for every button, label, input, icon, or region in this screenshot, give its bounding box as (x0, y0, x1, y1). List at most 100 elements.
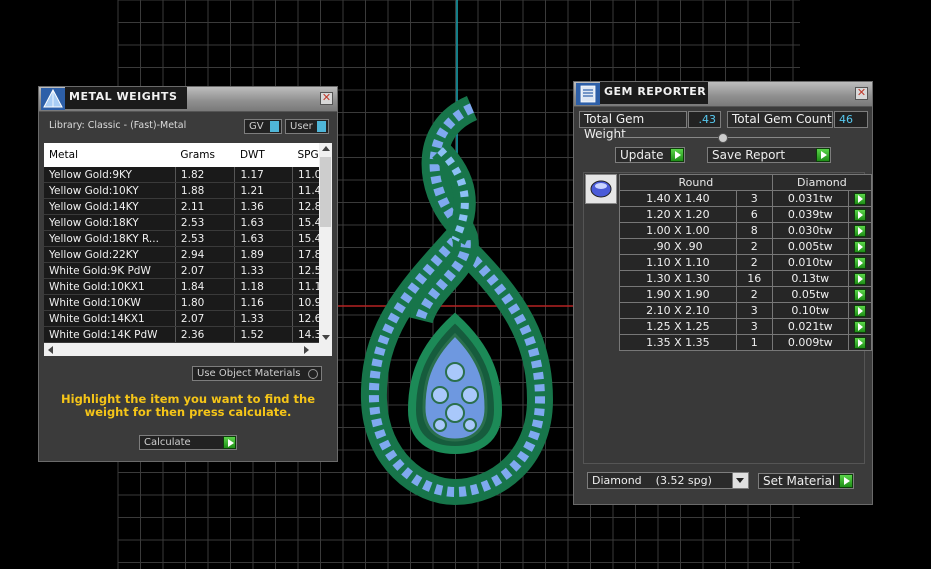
table-row[interactable]: 1.00 X 1.00 8 0.030tw (619, 222, 873, 239)
size-cell: 1.25 X 1.25 (619, 318, 737, 335)
chevron-down-icon[interactable] (322, 335, 330, 340)
metal-name-cell: Yellow Gold:10KY (44, 182, 176, 199)
material-select[interactable]: Diamond (3.52 spg) (587, 472, 749, 489)
row-action-cell (847, 318, 873, 335)
row-action-cell (847, 270, 873, 287)
size-cell: 1.35 X 1.35 (619, 334, 737, 351)
save-report-button[interactable]: Save Report (707, 147, 831, 163)
play-arrow-icon[interactable] (853, 305, 866, 317)
play-arrow-icon[interactable] (853, 193, 866, 205)
table-row[interactable]: 2.10 X 2.10 3 0.10tw (619, 302, 873, 319)
metal-table-hscrollbar[interactable] (44, 343, 332, 356)
update-button[interactable]: Update (615, 147, 685, 163)
divider-slider[interactable] (618, 133, 830, 143)
dwt-cell: 1.33 (234, 310, 293, 327)
gem-report-table[interactable]: Round Diamond 1.40 X 1.40 3 0.031tw 1.20 X … (619, 174, 873, 351)
row-action-cell (847, 206, 873, 223)
metal-name-cell: White Gold:10KX1 (44, 278, 176, 295)
grams-cell: 2.36 (175, 326, 236, 343)
report-icon (576, 83, 600, 105)
size-cell: 1.40 X 1.40 (619, 190, 737, 207)
dwt-cell: 1.16 (234, 294, 293, 311)
dwt-cell: 1.17 (234, 167, 293, 183)
row-action-cell (847, 190, 873, 207)
use-object-materials-toggle[interactable]: Use Object Materials (192, 366, 322, 381)
table-row[interactable]: Yellow Gold:14KY 2.11 1.36 12.88 (44, 198, 331, 215)
weight-cell: 0.030tw (771, 222, 849, 239)
table-row[interactable]: 1.20 X 1.20 6 0.039tw (619, 206, 873, 223)
chevron-down-icon[interactable] (732, 473, 748, 488)
table-row[interactable]: White Gold:10KW 1.80 1.16 10.99 (44, 294, 331, 311)
close-icon[interactable]: ✕ (320, 92, 333, 105)
metal-name-cell: Yellow Gold:14KY (44, 198, 176, 215)
play-arrow-icon[interactable] (853, 257, 866, 269)
play-arrow-icon[interactable] (853, 225, 866, 237)
column-header-metal[interactable]: Metal (44, 143, 176, 167)
table-row[interactable]: Yellow Gold:18KY 2.53 1.63 15.41 (44, 214, 331, 231)
update-label: Update (620, 148, 664, 162)
gv-toggle-label: GV (249, 121, 264, 132)
chevron-up-icon[interactable] (322, 146, 330, 151)
count-cell: 2 (735, 286, 773, 303)
close-icon[interactable]: ✕ (855, 87, 868, 100)
table-row[interactable]: 1.35 X 1.35 1 0.009tw (619, 334, 873, 351)
size-cell: 1.20 X 1.20 (619, 206, 737, 223)
play-arrow-icon[interactable] (670, 148, 684, 162)
table-row[interactable]: Yellow Gold:22KY 2.94 1.89 17.89 (44, 246, 331, 263)
column-header-round[interactable]: Round (619, 174, 773, 191)
play-arrow-icon[interactable] (853, 289, 866, 301)
gv-toggle[interactable]: GV (244, 119, 282, 134)
metal-weights-table[interactable]: Metal Grams DWT SPG Yellow Gold:9KY 1.82 1… (44, 143, 331, 343)
play-arrow-icon[interactable] (853, 209, 866, 221)
chevron-left-icon[interactable] (48, 346, 53, 354)
table-row[interactable]: White Gold:9K PdW 2.07 1.33 12.59 (44, 262, 331, 279)
table-row[interactable]: 1.90 X 1.90 2 0.05tw (619, 286, 873, 303)
row-action-cell (847, 286, 873, 303)
metal-table-vscrollbar[interactable] (319, 143, 332, 343)
play-arrow-icon[interactable] (853, 273, 866, 285)
calculate-button[interactable]: Calculate (139, 435, 237, 450)
play-arrow-icon[interactable] (853, 321, 866, 333)
metal-weights-titlebar[interactable]: METAL WEIGHTS ✕ (39, 87, 337, 112)
dwt-cell: 1.63 (234, 230, 293, 247)
metal-weights-title: METAL WEIGHTS (65, 87, 187, 109)
grams-cell: 1.88 (175, 182, 236, 199)
user-toggle[interactable]: User (285, 119, 329, 134)
play-arrow-icon[interactable] (853, 337, 866, 349)
pendant-model[interactable] (360, 96, 554, 506)
grams-cell: 2.94 (175, 246, 236, 263)
table-row[interactable]: White Gold:10KX1 1.84 1.18 11.18 (44, 278, 331, 295)
column-header-grams[interactable]: Grams (175, 143, 235, 167)
gem-icon[interactable] (585, 174, 617, 204)
set-material-button[interactable]: Set Material (758, 473, 854, 489)
size-cell: 1.30 X 1.30 (619, 270, 737, 287)
table-row[interactable]: White Gold:14K PdW 2.36 1.52 14.37 (44, 326, 331, 343)
play-arrow-icon[interactable] (223, 436, 236, 449)
pyramid-icon (41, 88, 65, 110)
table-row[interactable]: Yellow Gold:18KY R... 2.53 1.63 15.41 (44, 230, 331, 247)
table-row[interactable]: 1.25 X 1.25 3 0.021tw (619, 318, 873, 335)
size-cell: 1.90 X 1.90 (619, 286, 737, 303)
play-arrow-icon[interactable] (853, 241, 866, 253)
metal-name-cell: White Gold:9K PdW (44, 262, 176, 279)
column-header-diamond[interactable]: Diamond (771, 174, 873, 191)
metal-weights-panel: METAL WEIGHTS ✕ Library: Classic - (Fast… (38, 86, 338, 462)
gem-reporter-panel: GEM REPORTER ✕ Total Gem Weight .43 Tota… (573, 81, 873, 505)
table-row[interactable]: White Gold:14KX1 2.07 1.33 12.61 (44, 310, 331, 327)
table-row[interactable]: .90 X .90 2 0.005tw (619, 238, 873, 255)
play-arrow-icon[interactable] (816, 148, 830, 162)
count-cell: 2 (735, 238, 773, 255)
dwt-cell: 1.89 (234, 246, 293, 263)
weight-cell: 0.021tw (771, 318, 849, 335)
table-row[interactable]: 1.30 X 1.30 16 0.13tw (619, 270, 873, 287)
table-row[interactable]: 1.40 X 1.40 3 0.031tw (619, 190, 873, 207)
chevron-right-icon[interactable] (304, 346, 309, 354)
gem-reporter-titlebar[interactable]: GEM REPORTER ✕ (574, 82, 872, 107)
play-arrow-icon[interactable] (839, 474, 853, 488)
table-row[interactable]: 1.10 X 1.10 2 0.010tw (619, 254, 873, 271)
table-row[interactable]: Yellow Gold:9KY 1.82 1.17 11.08 (44, 167, 331, 183)
metal-name-cell: Yellow Gold:18KY (44, 214, 176, 231)
table-row[interactable]: Yellow Gold:10KY 1.88 1.21 11.45 (44, 182, 331, 199)
column-header-dwt[interactable]: DWT (234, 143, 293, 167)
dwt-cell: 1.36 (234, 198, 293, 215)
